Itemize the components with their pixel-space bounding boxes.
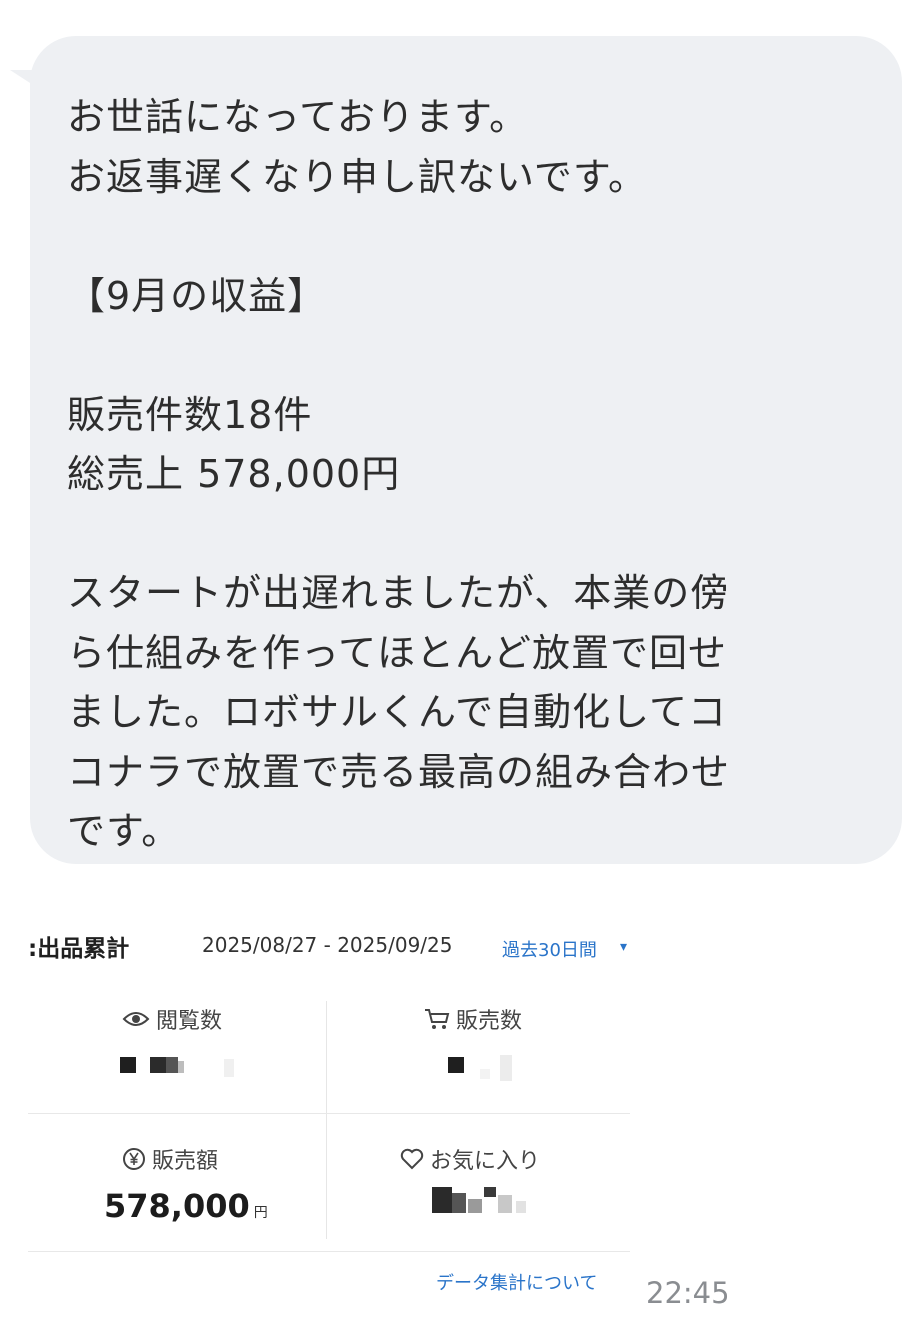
sales-amount-label: 販売額 <box>152 1149 219 1174</box>
divider <box>28 1251 630 1252</box>
sales-count-label: 販売数 <box>456 1009 523 1034</box>
image-attachment[interactable]: :出品累計 2025/08/27 - 2025/09/25 過去30日間 ▾ 閲… <box>28 905 630 1315</box>
sales-amount-value: 578,000 円 <box>104 1187 268 1225</box>
blurred-favorites-value <box>432 1187 542 1221</box>
sales-amount-stat: 販売額 <box>122 1143 218 1175</box>
views-label: 閲覧数 <box>156 1009 223 1034</box>
favorites-stat: お気に入り <box>400 1143 540 1175</box>
message-gap <box>67 326 902 386</box>
stats-title: :出品累計 <box>28 936 130 962</box>
message-gap <box>67 207 902 267</box>
message-line: コナラで放置で売る最高の組み合わせ <box>67 749 731 794</box>
message-timestamp: 22:45 <box>646 1276 730 1310</box>
message-line: 販売件数18件 <box>67 392 313 437</box>
eye-icon <box>122 1012 150 1026</box>
message-bubble[interactable]: お世話になっております。 お返事遅くなり申し訳ないです。 【9月の収益】 販売件… <box>30 36 902 864</box>
sales-amount-unit: 円 <box>253 1205 268 1221</box>
sales-count-stat: 販売数 <box>424 1003 522 1035</box>
chevron-down-icon: ▾ <box>620 939 628 955</box>
message-line: お世話になっております。 <box>67 95 529 139</box>
message-gap <box>67 505 902 565</box>
divider <box>326 1001 327 1239</box>
message-line: です。 <box>67 809 181 853</box>
data-aggregation-link[interactable]: データ集計について <box>436 1269 597 1295</box>
message-line: ら仕組みを作ってほとんど放置で回せ <box>67 630 727 675</box>
views-stat: 閲覧数 <box>122 1003 222 1035</box>
blurred-views-value <box>120 1055 260 1081</box>
favorites-label: お気に入り <box>430 1149 541 1174</box>
message-line: 総売上 578,000円 <box>67 452 401 496</box>
cart-icon <box>425 1009 450 1029</box>
date-range: 2025/08/27 - 2025/09/25 <box>202 933 453 957</box>
message-line: お返事遅くなり申し訳ないです。 <box>67 154 648 199</box>
yen-icon <box>123 1148 145 1170</box>
message-line: 【9月の収益】 <box>67 273 327 318</box>
message-line: スタートが出遅れましたが、本業の傍 <box>67 571 730 615</box>
sales-amount-number: 578,000 <box>104 1187 250 1225</box>
message-line: ました。ロボサルくんで自動化してコ <box>67 690 727 734</box>
blurred-sales-count-value <box>448 1055 548 1085</box>
stats-grid: 閲覧数 販売数 販売額 578,000 円 お気に入り <box>28 997 630 1259</box>
divider <box>28 1113 630 1114</box>
heart-icon <box>400 1148 424 1170</box>
period-selector[interactable]: 過去30日間 <box>502 936 597 962</box>
